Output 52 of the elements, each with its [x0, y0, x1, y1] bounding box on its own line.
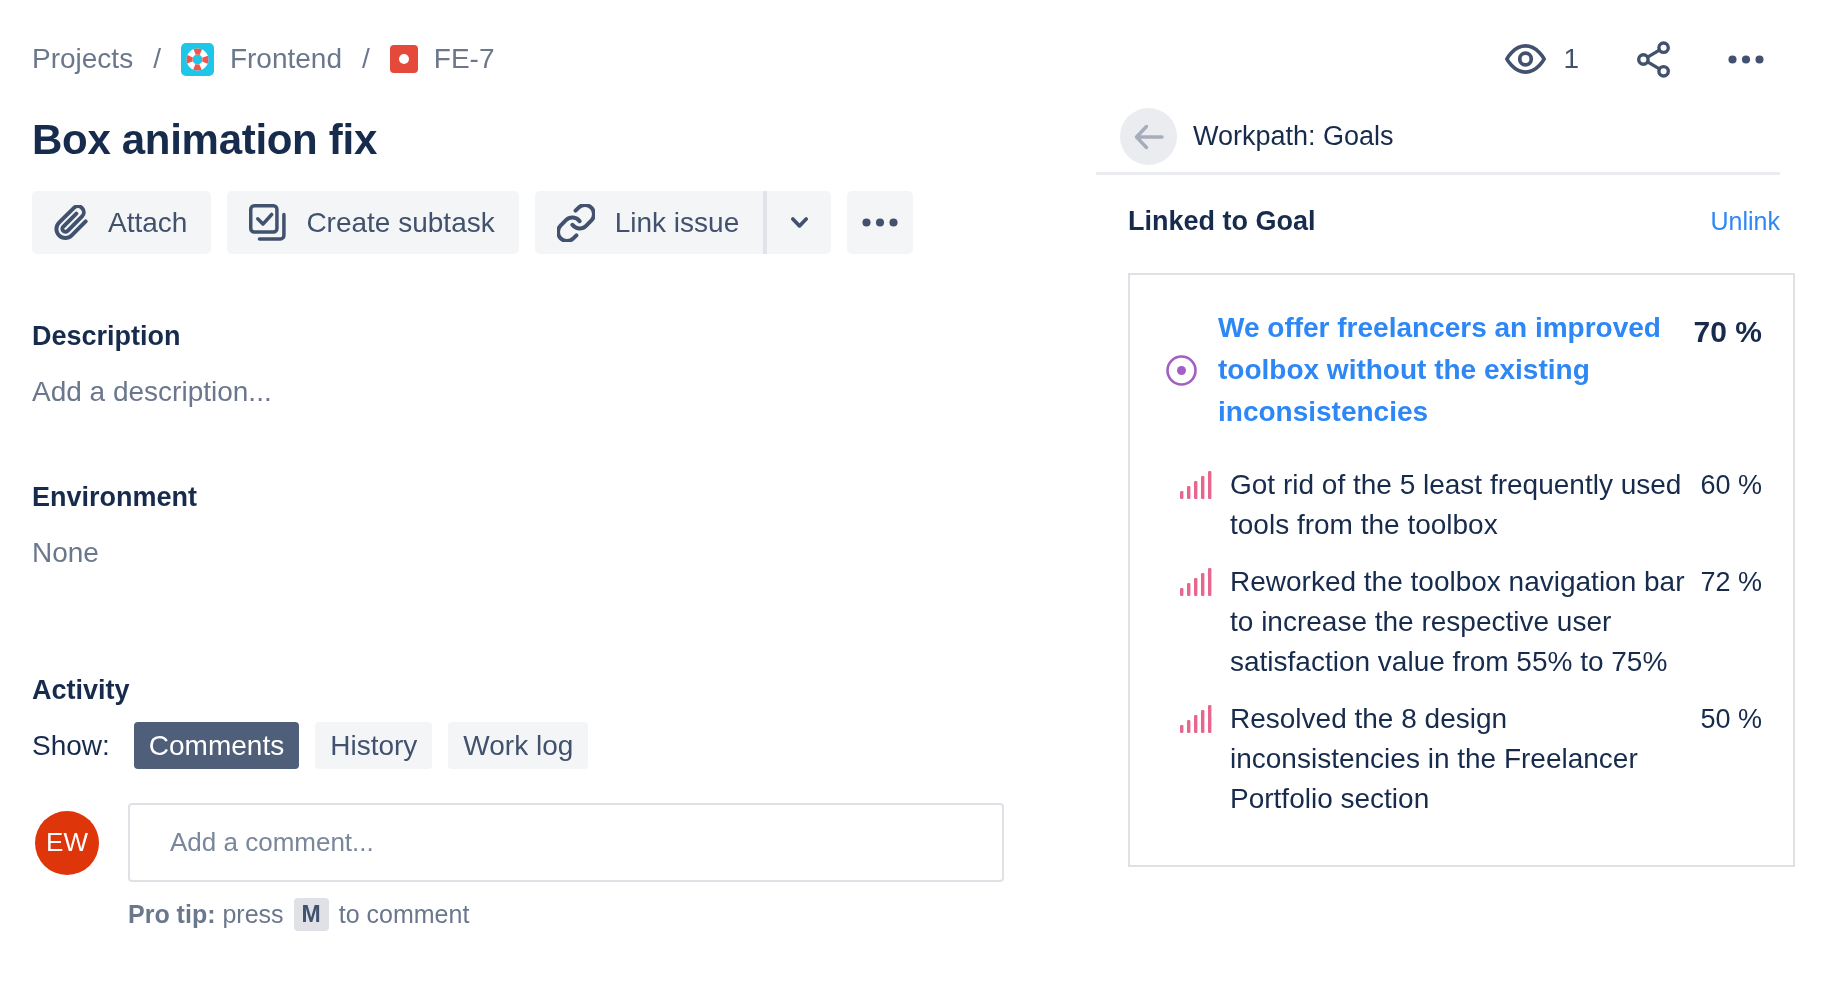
breadcrumb-link[interactable]: Frontend [180, 42, 342, 76]
link-icon [556, 203, 595, 242]
breadcrumb-link[interactable]: FE-7 [389, 43, 495, 75]
chevron-down-icon [790, 217, 808, 228]
field-label: Environment [32, 481, 199, 514]
more-icon [862, 218, 899, 227]
signal-bars-icon [1180, 471, 1212, 499]
pro-tip-text: to comment [338, 899, 470, 929]
more-button[interactable] [1728, 54, 1764, 64]
more-icon [1728, 54, 1764, 64]
show-label: Show: [32, 729, 110, 762]
share-icon [1635, 40, 1672, 78]
watchers-button[interactable]: 1 [1505, 43, 1579, 75]
field-label: Description [32, 320, 182, 353]
checkbox-stack-icon [249, 204, 287, 241]
breadcrumb-link[interactable]: Projects [32, 43, 134, 75]
filter-tab[interactable]: Work log [448, 722, 589, 769]
signal-bars-icon [1180, 705, 1212, 733]
inline-edit-field[interactable]: Add a description... [32, 375, 432, 409]
key-result-text: Reworked the toolbox navigation bar to increase the respective user satisfaction value from 55% to 75% [1230, 565, 1686, 679]
more-button[interactable] [847, 191, 914, 254]
link-issue-button[interactable]: Link issue [534, 191, 764, 254]
progress-value: 72 % [1699, 566, 1762, 599]
section-heading: Activity [32, 674, 131, 707]
issue-title: Box animation fix [32, 115, 378, 165]
goal-link[interactable]: We offer freelancers an improved toolbox without the existing inconsistencies [1218, 307, 1682, 433]
arrow-left-icon [1133, 123, 1164, 150]
breadcrumb-separator: / [362, 43, 370, 75]
comment-field[interactable]: Add a comment... [128, 803, 1004, 882]
create-subtask-button[interactable]: Create subtask [227, 191, 519, 254]
filter-tab[interactable]: Comments [133, 722, 300, 769]
keyboard-key: M [293, 897, 329, 931]
field-value[interactable]: None [32, 536, 99, 570]
key-result-text: Resolved the 8 design inconsistencies in the Freelancer Portfolio section [1230, 702, 1639, 816]
attach-button[interactable]: Attach [32, 191, 212, 254]
breadcrumb-separator: / [153, 43, 161, 75]
eye-icon [1505, 43, 1547, 75]
user-avatar: EW [35, 810, 99, 875]
pro-tip-text: Pro tip: press [128, 899, 284, 929]
progress-value: 70 % [1692, 314, 1762, 350]
lifebuoy-icon [180, 42, 214, 76]
target-icon [1166, 354, 1197, 386]
unlink-link[interactable]: Unlink [1710, 206, 1780, 236]
filter-tab[interactable]: History [315, 722, 433, 769]
section-title: Linked to Goal [1128, 205, 1316, 237]
paperclip-icon [54, 205, 88, 240]
panel-title: Workpath: Goals [1193, 121, 1394, 152]
share-button[interactable] [1635, 40, 1672, 78]
progress-value: 50 % [1699, 703, 1762, 736]
signal-bars-icon [1180, 568, 1212, 596]
progress-value: 60 % [1699, 469, 1762, 502]
key-result-text: Got rid of the 5 least frequently used tools from the toolbox [1230, 468, 1683, 542]
